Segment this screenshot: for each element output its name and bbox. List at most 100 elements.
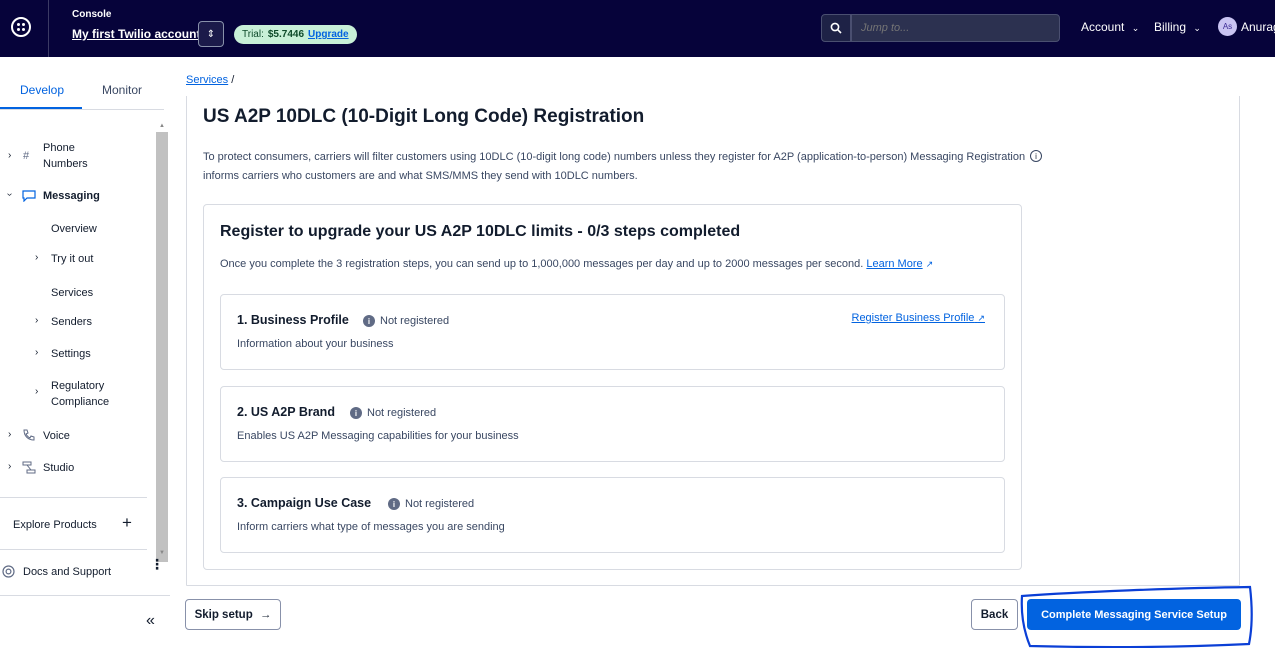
step-description: Inform carriers what type of messages yo… (237, 521, 505, 533)
search-input[interactable] (851, 14, 1060, 42)
more-vertical-icon[interactable]: ⋮ (150, 557, 164, 571)
skip-setup-label: Skip setup (194, 608, 253, 621)
phone-icon (23, 429, 35, 441)
account-menu-label: Account (1081, 20, 1125, 34)
chat-bubble-icon (22, 190, 36, 202)
panel-border (1239, 96, 1240, 585)
status-text: Not registered (380, 315, 450, 327)
register-business-profile-link[interactable]: Register Business Profile ↗ (852, 312, 986, 324)
sidebar-item-overview[interactable]: Overview (51, 221, 97, 237)
link-label: Register Business Profile (851, 312, 975, 324)
step-description: Enables US A2P Messaging capabilities fo… (237, 430, 519, 442)
top-bar: Console My first Twilio account ⇕ Trial:… (0, 0, 1275, 57)
info-icon: i (363, 315, 375, 327)
status-text: Not registered (367, 407, 437, 419)
card-description-text: Once you complete the 3 registration ste… (220, 258, 864, 270)
info-icon[interactable]: i (1030, 150, 1042, 162)
sidebar-divider (0, 497, 147, 498)
sidebar-item-services[interactable]: Services (51, 285, 93, 301)
external-link-icon: ↗ (925, 259, 934, 269)
step-description: Information about your business (237, 338, 394, 350)
tab-develop[interactable]: Develop (20, 83, 64, 97)
step-us-a2p-brand: 2. US A2P Brand i Not registered Enables… (220, 386, 1005, 462)
sidebar-item-studio[interactable]: Studio (43, 460, 74, 476)
chevron-right-icon: › (35, 252, 39, 263)
sidebar-scrollbar[interactable] (156, 132, 168, 562)
chevron-right-icon: › (8, 150, 12, 161)
plus-icon[interactable]: + (122, 513, 132, 533)
panel-border (186, 96, 187, 585)
sidebar-item-settings[interactable]: Settings (51, 346, 91, 362)
hash-icon: # (23, 150, 30, 162)
collapse-sidebar-icon[interactable]: « (146, 612, 155, 630)
account-switcher-link[interactable]: My first Twilio account (72, 27, 200, 41)
step-status: i Not registered (350, 407, 436, 419)
intro-paragraph: To protect consumers, carriers will filt… (203, 151, 1026, 182)
sidebar-item-try-it-out[interactable]: Try it out (51, 251, 93, 267)
topbar-divider (48, 0, 49, 57)
step-campaign-use-case: 3. Campaign Use Case i Not registered In… (220, 477, 1005, 553)
chevron-right-icon: › (8, 429, 12, 440)
page-title: US A2P 10DLC (10-Digit Long Code) Regist… (203, 106, 645, 127)
chevron-right-icon: › (8, 461, 12, 472)
step-title: 1. Business Profile (237, 313, 349, 327)
user-name[interactable]: Anurag (1241, 20, 1275, 34)
trial-amount: $5.7446 (267, 29, 305, 40)
card-description: Once you complete the 3 registration ste… (220, 258, 933, 270)
avatar[interactable]: As (1218, 17, 1237, 36)
trial-badge: Trial: $5.7446 Upgrade (234, 25, 357, 44)
scroll-up-icon[interactable]: ▲ (159, 123, 165, 129)
breadcrumb: Services / (186, 74, 234, 86)
docs-and-support-label[interactable]: Docs and Support (23, 564, 111, 580)
account-menu[interactable]: Account ⌄ (1081, 20, 1139, 34)
account-switch-button[interactable]: ⇕ (198, 21, 224, 47)
explore-products-label[interactable]: Explore Products (13, 517, 97, 533)
sidebar-item-phone-numbers[interactable]: Phone Numbers (43, 140, 88, 172)
sidebar-item-senders[interactable]: Senders (51, 314, 92, 330)
upgrade-link[interactable]: Upgrade (308, 29, 349, 40)
billing-menu[interactable]: Billing ⌄ (1154, 20, 1201, 34)
sidebar-divider (0, 595, 170, 596)
external-link-icon: ↗ (977, 313, 985, 323)
chevron-right-icon: › (35, 347, 39, 358)
sidebar-item-voice[interactable]: Voice (43, 428, 70, 444)
step-status: i Not registered (363, 315, 449, 327)
chevron-down-icon: ⌄ (1193, 23, 1201, 33)
chevron-down-icon: ⌄ (1131, 23, 1140, 33)
intro-text: To protect consumers, carriers will filt… (203, 148, 1043, 186)
breadcrumb-services-link[interactable]: Services (186, 74, 228, 86)
status-text: Not registered (405, 498, 475, 510)
step-business-profile: 1. Business Profile i Not registered Inf… (220, 294, 1005, 370)
sidebar-item-regulatory-compliance[interactable]: Regulatory Compliance (51, 378, 109, 410)
lifebuoy-icon (2, 565, 15, 578)
step-title: 3. Campaign Use Case (237, 496, 372, 510)
chevron-down-icon: › (4, 192, 16, 197)
app-grid-icon[interactable] (11, 17, 31, 37)
trial-label: Trial: (242, 29, 264, 40)
back-button[interactable]: Back (971, 599, 1018, 630)
tab-monitor[interactable]: Monitor (102, 83, 142, 97)
step-title: 2. US A2P Brand (237, 405, 335, 419)
sidebar: Develop Monitor ▲ ▼ › # Phone Numbers › … (0, 57, 170, 651)
learn-more-link[interactable]: Learn More (866, 258, 922, 270)
info-icon: i (350, 407, 362, 419)
tab-divider (0, 109, 164, 110)
sidebar-item-messaging[interactable]: Messaging (43, 188, 100, 204)
search-button[interactable] (821, 14, 851, 42)
chevron-right-icon: › (35, 315, 39, 326)
billing-menu-label: Billing (1154, 20, 1187, 34)
console-label: Console (72, 9, 112, 20)
breadcrumb-separator: / (231, 74, 235, 86)
skip-setup-button[interactable]: Skip setup → (185, 599, 281, 630)
step-status: i Not registered (388, 498, 474, 510)
panel-border (186, 585, 1240, 586)
studio-flow-icon (22, 461, 36, 474)
search-icon (830, 22, 842, 34)
info-icon: i (388, 498, 400, 510)
chevron-up-down-icon: ⇕ (206, 28, 216, 40)
arrow-right-icon: → (259, 608, 272, 621)
card-title: Register to upgrade your US A2P 10DLC li… (220, 223, 741, 240)
complete-setup-button[interactable]: Complete Messaging Service Setup (1027, 599, 1241, 630)
chevron-right-icon: › (35, 386, 39, 397)
sidebar-divider (0, 549, 147, 550)
